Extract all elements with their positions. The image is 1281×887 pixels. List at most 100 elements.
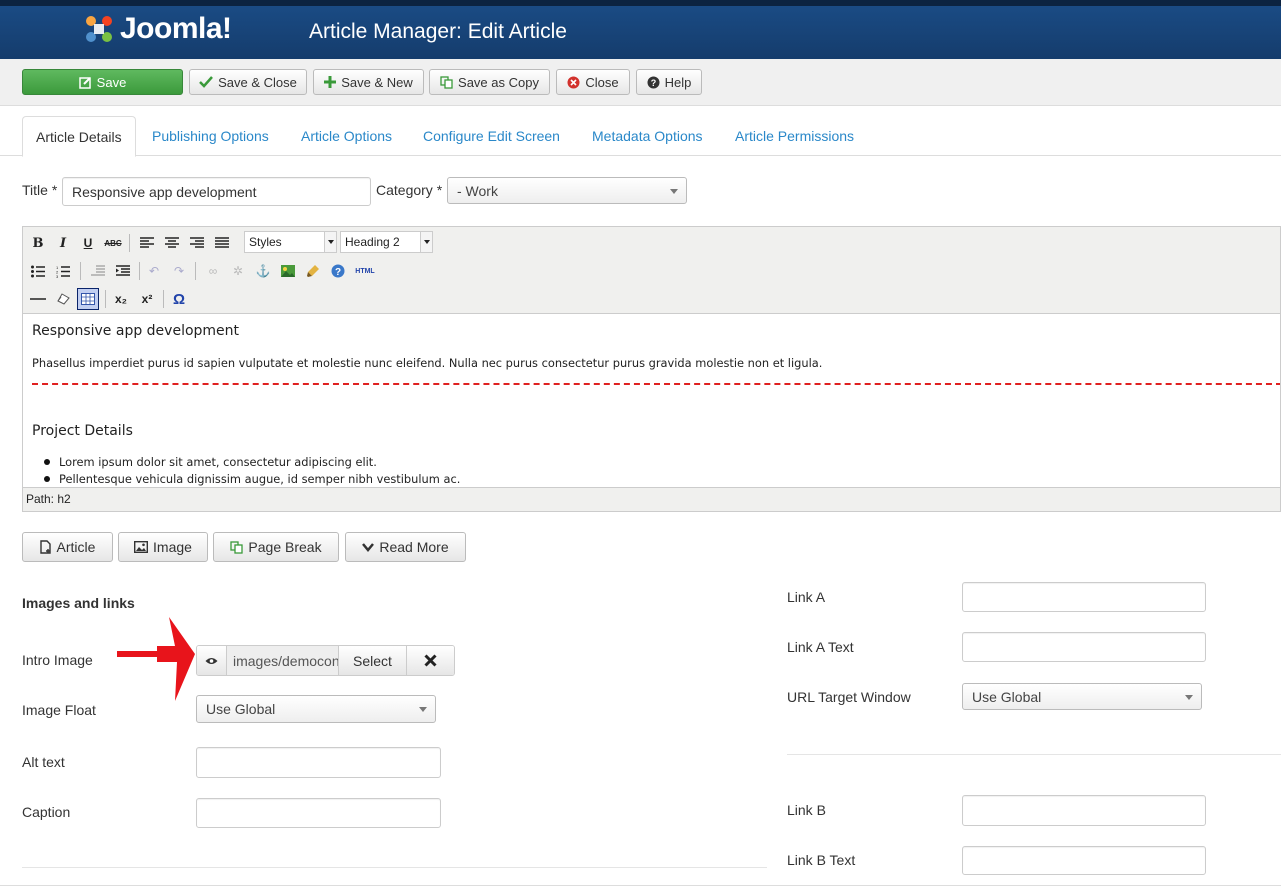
styles-value: Styles [249,235,282,249]
tab-publishing-options[interactable]: Publishing Options [152,116,269,156]
page-break-button[interactable]: Page Break [213,532,339,562]
wysiwyg-editor: B I U ABC Styles Heading 2 123 ↶ ↷ ∞ ✲ ⚓… [22,226,1281,512]
link-b-label: Link B [787,802,826,818]
save-button[interactable]: Save [22,69,183,95]
help-circle-icon[interactable]: ? [328,261,348,281]
close-label: Close [585,74,619,90]
select-image-button[interactable]: Select [339,646,407,675]
styles-select[interactable]: Styles [244,231,337,253]
special-char-icon[interactable]: Ω [169,289,189,309]
help-button[interactable]: ? Help [636,69,702,95]
eraser-icon[interactable] [53,289,73,309]
joomla-logo[interactable]: Joomla! [82,12,232,46]
copy-icon [440,75,453,89]
link-b-text-input[interactable] [962,846,1206,875]
intro-image-path[interactable]: images/democontent [227,646,339,675]
title-input[interactable]: Responsive app development [62,177,371,206]
numbered-list-icon[interactable]: 123 [53,261,73,281]
format-value: Heading 2 [345,235,400,249]
joomla-logo-icon [86,16,112,42]
toolbar-separator [139,262,140,280]
app-header: Joomla! Article Manager: Edit Article [0,0,1281,59]
insert-article-button[interactable]: Article [22,532,113,562]
article-label: Article [56,539,96,555]
read-more-label: Read More [379,539,449,555]
divider [787,754,1281,755]
help-icon: ? [647,76,660,89]
tab-article-details[interactable]: Article Details [22,116,136,157]
bullet-list-icon[interactable] [28,261,48,281]
underline-icon[interactable]: U [78,233,98,253]
image-float-value: Use Global [206,701,276,717]
align-left-icon[interactable] [137,233,157,253]
plus-icon [324,76,337,88]
tab-metadata-options[interactable]: Metadata Options [592,116,703,156]
insert-image-icon[interactable] [278,261,298,281]
chevron-down-icon [670,188,678,194]
format-select[interactable]: Heading 2 [340,231,433,253]
horizontal-rule-icon[interactable] [28,289,48,309]
link-icon[interactable]: ∞ [203,261,223,281]
image-float-select[interactable]: Use Global [196,695,436,723]
undo-icon[interactable]: ↶ [144,261,164,281]
category-value: - Work [457,182,498,199]
toolbar-separator [129,234,130,252]
clear-image-button[interactable] [407,646,454,675]
tab-configure-edit-screen[interactable]: Configure Edit Screen [423,116,560,156]
logo-text: Joomla! [120,12,232,45]
link-b-input[interactable] [962,795,1206,826]
anchor-icon[interactable]: ⚓ [253,261,273,281]
editor-content[interactable]: Responsive app development Phasellus imp… [23,314,1280,488]
save-close-label: Save & Close [218,74,297,90]
list-item-text: Lorem ipsum dolor sit amet, consectetur … [59,455,377,469]
redo-icon[interactable]: ↷ [169,261,189,281]
superscript-icon[interactable]: x² [137,289,157,309]
cleanup-icon[interactable] [303,261,323,281]
url-target-label: URL Target Window [787,689,911,705]
alt-text-label: Alt text [22,754,65,770]
svg-text:?: ? [650,78,656,88]
bold-icon[interactable]: B [28,233,48,253]
unlink-icon[interactable]: ✲ [228,261,248,281]
chevron-down-icon [1185,694,1193,700]
tab-bar: Article Details Publishing Options Artic… [0,116,1281,157]
close-button[interactable]: Close [556,69,630,95]
save-new-label: Save & New [341,74,413,90]
link-a-text-input[interactable] [962,632,1206,662]
align-justify-icon[interactable] [212,233,232,253]
toolbar-separator [105,290,106,308]
image-label: Image [153,539,192,555]
divider [22,867,767,868]
save-copy-label: Save as Copy [458,74,539,90]
insert-image-button[interactable]: Image [118,532,208,562]
tab-article-options[interactable]: Article Options [301,116,392,156]
save-new-button[interactable]: Save & New [313,69,424,95]
category-select[interactable]: - Work [447,177,687,204]
alt-text-input[interactable] [196,747,441,778]
subscript-icon[interactable]: x₂ [111,289,131,309]
italic-icon[interactable]: I [53,233,73,253]
align-center-icon[interactable] [162,233,182,253]
url-target-value: Use Global [972,688,1042,705]
tab-article-permissions[interactable]: Article Permissions [735,116,854,156]
content-heading-2: Project Details [32,423,133,439]
html-source-icon[interactable]: HTML [353,261,377,281]
indent-icon[interactable] [113,261,133,281]
save-label: Save [96,74,127,90]
table-icon[interactable] [77,288,99,310]
save-copy-button[interactable]: Save as Copy [429,69,550,95]
close-icon [424,654,437,667]
url-target-select[interactable]: Use Global [962,683,1202,710]
save-close-button[interactable]: Save & Close [189,69,307,95]
outdent-icon[interactable] [88,261,108,281]
link-a-label: Link A [787,589,826,605]
align-right-icon[interactable] [187,233,207,253]
read-more-button[interactable]: Read More [345,532,466,562]
editor-toolbar: B I U ABC Styles Heading 2 123 ↶ ↷ ∞ ✲ ⚓… [23,227,1280,314]
caption-input[interactable] [196,798,441,828]
preview-button[interactable] [197,646,227,675]
strikethrough-icon[interactable]: ABC [103,233,123,253]
copy-icon [230,540,244,554]
link-a-input[interactable] [962,582,1206,612]
svg-text:3: 3 [56,274,59,278]
